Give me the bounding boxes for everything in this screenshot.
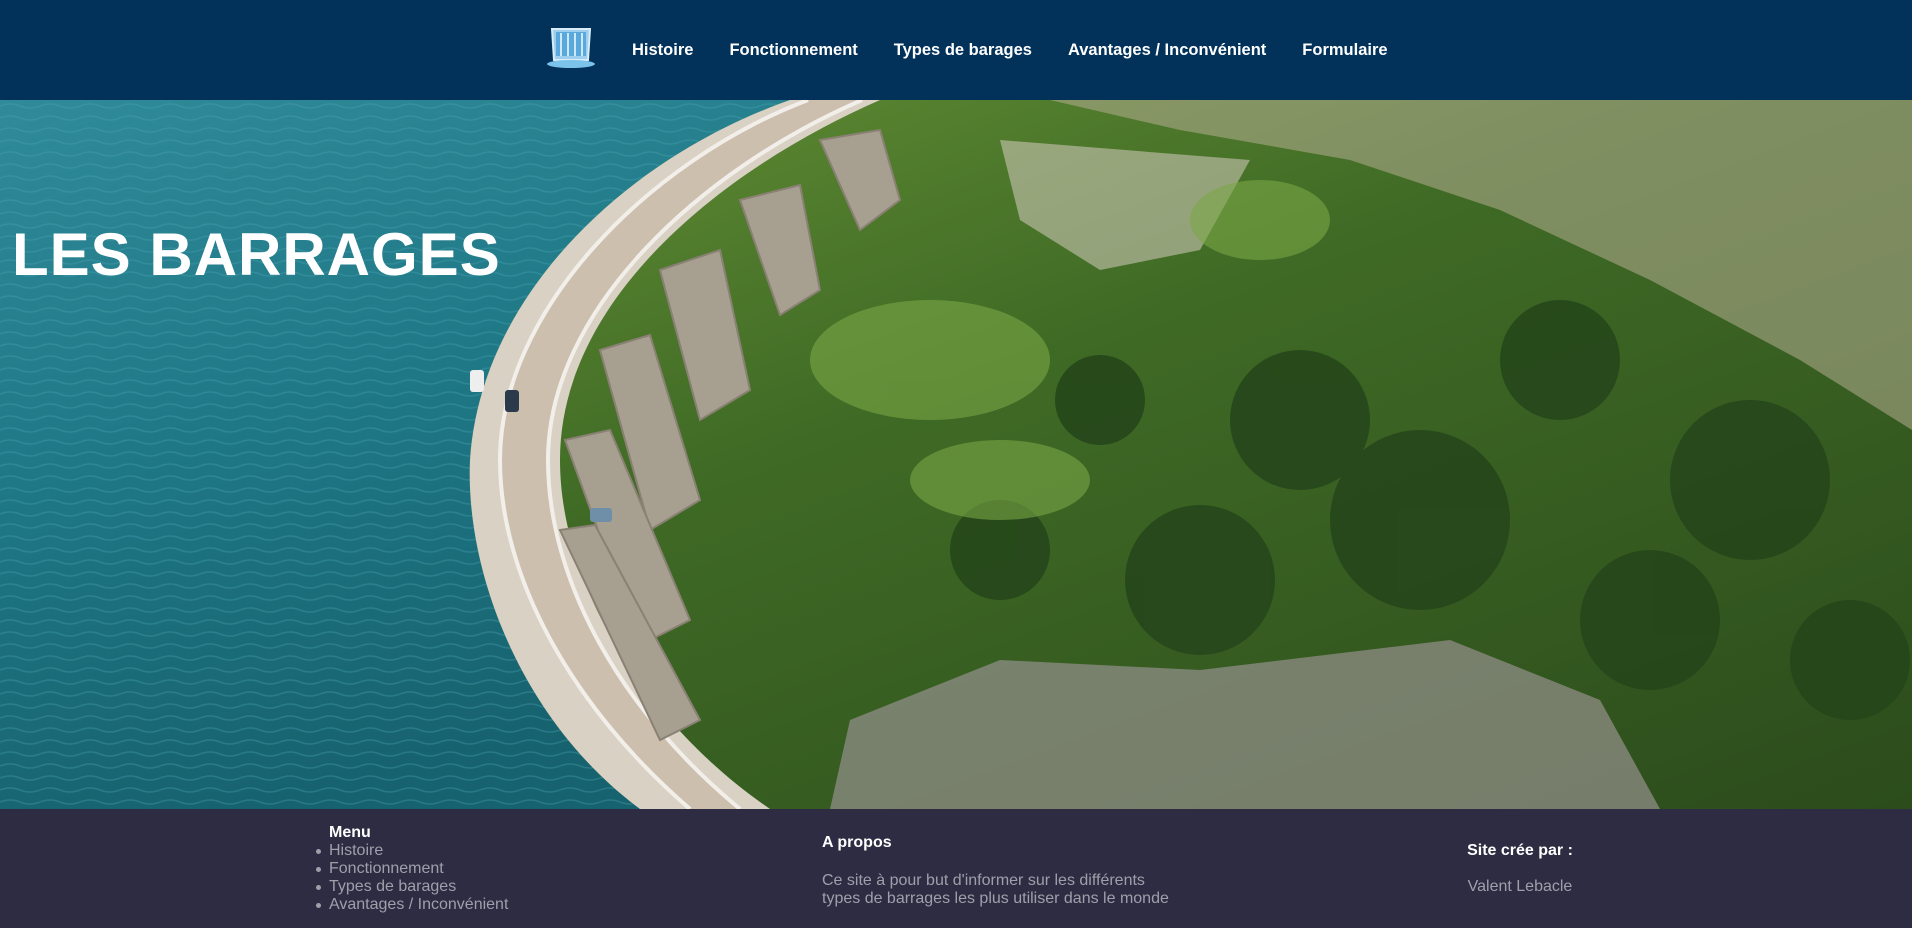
footer-link-types-de-barages[interactable]: Types de barages [329, 878, 456, 895]
footer-credit: Site crée par : Valent Lebacle [1450, 842, 1590, 896]
nav-link-types-de-barages[interactable]: Types de barages [894, 41, 1032, 59]
top-navigation-bar: Histoire Fonctionnement Types de barages… [0, 0, 1912, 100]
footer-menu-item-fonctionnement: Fonctionnement [315, 860, 508, 878]
nav-link-avantages[interactable]: Avantages / Inconvénient [1068, 41, 1266, 59]
footer-about-line-2: types de barrages les plus utiliser dans… [822, 890, 1169, 907]
footer-link-fonctionnement[interactable]: Fonctionnement [329, 860, 444, 877]
nav-link-fonctionnement[interactable]: Fonctionnement [729, 41, 857, 59]
hero-title: LES BARRAGES [12, 221, 501, 288]
footer-menu-list: Histoire Fonctionnement Types de barages… [315, 842, 508, 914]
footer-about-heading: A propos [822, 834, 892, 851]
nav-link-formulaire[interactable]: Formulaire [1302, 41, 1387, 59]
nav-link-histoire[interactable]: Histoire [632, 41, 693, 59]
footer-about: A propos Ce site à pour but d'informer s… [822, 834, 1182, 908]
dam-aerial-photo [0, 100, 1912, 809]
nav-item-avantages: Avantages / Inconvénient [1068, 41, 1266, 60]
footer-about-text: Ce site à pour but d'informer sur les di… [822, 872, 1182, 908]
footer-link-avantages[interactable]: Avantages / Inconvénient [329, 896, 508, 913]
footer-menu-item-histoire: Histoire [315, 842, 508, 860]
nav-item-fonctionnement: Fonctionnement [729, 41, 857, 60]
nav-item-formulaire: Formulaire [1302, 41, 1387, 60]
nav-item-types: Types de barages [894, 41, 1032, 60]
footer-menu-item-avantages: Avantages / Inconvénient [315, 896, 508, 914]
footer-about-line-1: Ce site à pour but d'informer sur les di… [822, 872, 1145, 889]
site-footer: Menu Histoire Fonctionnement Types de ba… [0, 809, 1912, 928]
main-navigation: Histoire Fonctionnement Types de barages… [632, 0, 1388, 100]
footer-menu-item-types: Types de barages [315, 878, 508, 896]
nav-item-histoire: Histoire [632, 41, 693, 60]
hero-banner: LES BARRAGES [0, 100, 1912, 809]
dam-logo-icon[interactable] [546, 26, 596, 70]
footer-link-histoire[interactable]: Histoire [329, 842, 383, 859]
footer-credit-heading: Site crée par : [1467, 842, 1573, 859]
footer-menu: Menu Histoire Fonctionnement Types de ba… [315, 824, 508, 914]
footer-menu-heading: Menu [329, 824, 371, 841]
footer-credit-author: Valent Lebacle [1467, 878, 1573, 895]
